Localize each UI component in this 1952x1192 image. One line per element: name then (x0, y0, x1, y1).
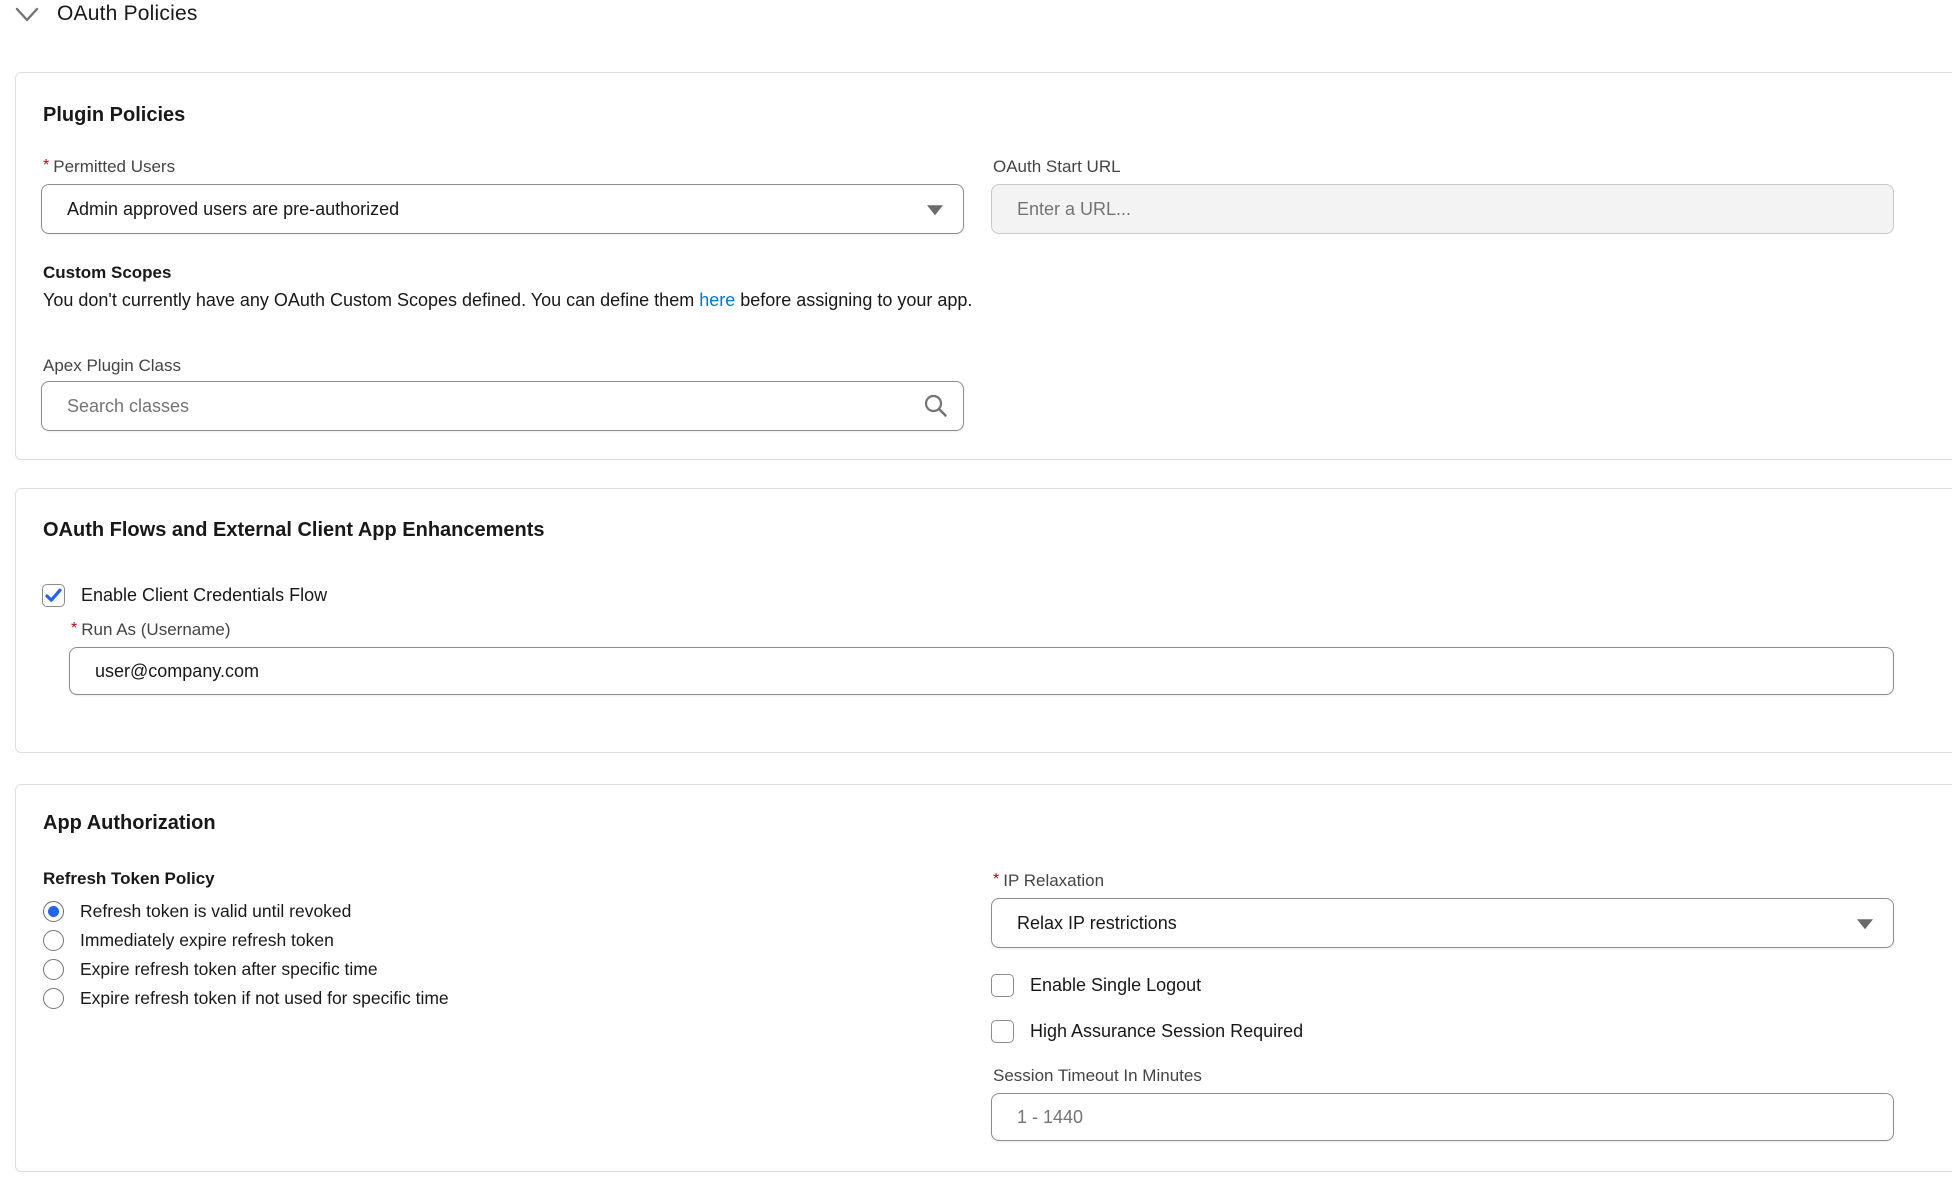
custom-scopes-text-after: before assigning to your app. (735, 290, 972, 310)
dropdown-arrow-icon (927, 205, 943, 215)
radio-row-valid-until-revoked: Refresh token is valid until revoked (43, 897, 449, 926)
oauth-start-url-input[interactable] (1017, 199, 1843, 220)
enable-client-credentials-label: Enable Client Credentials Flow (81, 585, 327, 606)
radio-row-expire-if-not-used: Expire refresh token if not used for spe… (43, 984, 449, 1013)
enable-client-credentials-row: Enable Client Credentials Flow (42, 584, 327, 607)
enable-single-logout-label: Enable Single Logout (1030, 975, 1201, 996)
enable-single-logout-row: Enable Single Logout (991, 974, 1201, 997)
run-as-field (69, 647, 1894, 695)
ip-relaxation-value: Relax IP restrictions (1017, 913, 1177, 934)
required-asterisk: * (43, 157, 49, 174)
apex-plugin-class-field (41, 381, 964, 431)
radio-label: Expire refresh token after specific time (80, 959, 378, 980)
ip-relaxation-select[interactable]: Relax IP restrictions (991, 898, 1894, 948)
apex-plugin-class-search-input[interactable] (67, 396, 913, 417)
refresh-token-policy-label: Refresh Token Policy (43, 869, 215, 889)
radio-label: Expire refresh token if not used for spe… (80, 988, 449, 1009)
search-icon (922, 393, 949, 420)
radio-label: Refresh token is valid until revoked (80, 901, 351, 922)
radio-expire-after-time[interactable] (43, 959, 64, 980)
chevron-down-icon (14, 3, 40, 25)
dropdown-arrow-icon (1857, 919, 1873, 929)
session-timeout-field (991, 1093, 1894, 1141)
refresh-token-policy-radio-group: Refresh token is valid until revoked Imm… (43, 897, 449, 1013)
custom-scopes-heading: Custom Scopes (43, 263, 171, 283)
app-authorization-card: App Authorization Refresh Token Policy R… (15, 784, 1952, 1172)
permitted-users-label: *Permitted Users (43, 157, 175, 177)
high-assurance-label: High Assurance Session Required (1030, 1021, 1303, 1042)
required-asterisk: * (993, 871, 999, 888)
app-authorization-heading: App Authorization (43, 812, 216, 835)
apex-plugin-class-label: Apex Plugin Class (43, 356, 181, 376)
radio-row-expire-after-time: Expire refresh token after specific time (43, 955, 449, 984)
run-as-input[interactable] (95, 661, 1843, 682)
radio-label: Immediately expire refresh token (80, 930, 334, 951)
custom-scopes-text: You don't currently have any OAuth Custo… (43, 290, 972, 311)
high-assurance-row: High Assurance Session Required (991, 1020, 1303, 1043)
session-timeout-label: Session Timeout In Minutes (993, 1066, 1202, 1086)
permitted-users-select[interactable]: Admin approved users are pre-authorized (41, 184, 964, 234)
oauth-flows-card: OAuth Flows and External Client App Enha… (15, 488, 1952, 753)
oauth-start-url-field (991, 184, 1894, 234)
define-here-link[interactable]: here (699, 290, 735, 310)
oauth-policies-page: OAuth Policies Plugin Policies *Permitte… (0, 0, 1952, 1192)
run-as-label: *Run As (Username) (71, 620, 231, 640)
page-title: OAuth Policies (57, 2, 198, 26)
enable-client-credentials-checkbox[interactable] (42, 584, 65, 607)
plugin-policies-card: Plugin Policies *Permitted Users Admin a… (15, 72, 1952, 460)
permitted-users-value: Admin approved users are pre-authorized (67, 199, 399, 220)
radio-expire-if-not-used[interactable] (43, 988, 64, 1009)
checkmark-icon (45, 588, 62, 603)
ip-relaxation-label: *IP Relaxation (993, 871, 1104, 891)
session-timeout-input[interactable] (1017, 1107, 1843, 1128)
plugin-policies-heading: Plugin Policies (43, 104, 185, 127)
oauth-flows-heading: OAuth Flows and External Client App Enha… (43, 519, 545, 542)
radio-row-immediately-expire: Immediately expire refresh token (43, 926, 449, 955)
custom-scopes-text-before: You don't currently have any OAuth Custo… (43, 290, 699, 310)
oauth-start-url-label: OAuth Start URL (993, 157, 1121, 177)
section-header[interactable]: OAuth Policies (14, 2, 198, 26)
radio-immediately-expire[interactable] (43, 930, 64, 951)
radio-valid-until-revoked[interactable] (43, 901, 64, 922)
high-assurance-checkbox[interactable] (991, 1020, 1014, 1043)
required-asterisk: * (71, 620, 77, 637)
enable-single-logout-checkbox[interactable] (991, 974, 1014, 997)
